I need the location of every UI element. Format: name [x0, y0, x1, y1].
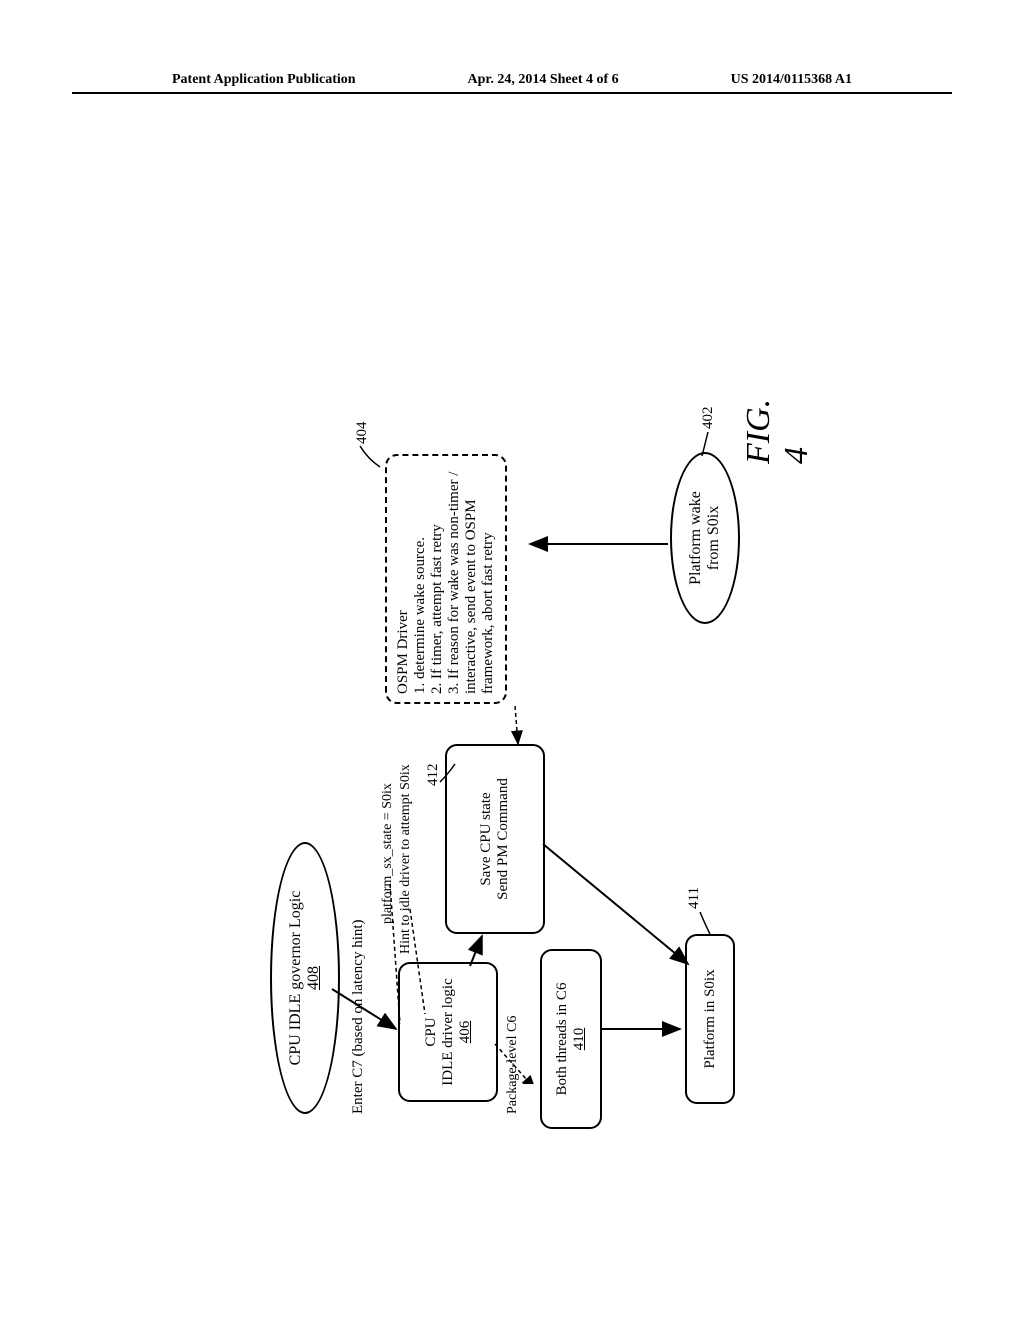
save-cpu-box: Save CPU state Send PM Command [445, 744, 545, 934]
platform-sx-line1: platform_sx_state = S0ix [380, 783, 396, 924]
page-header: Patent Application Publication Apr. 24, … [72, 0, 952, 94]
idle-driver-line2: IDLE driver logic [440, 972, 457, 1092]
package-level-label: Package-level C6 [505, 1016, 521, 1114]
callout-402: 402 [700, 407, 717, 430]
header-right: US 2014/0115368 A1 [731, 72, 852, 88]
callout-404: 404 [354, 422, 371, 445]
callout-412: 412 [425, 764, 442, 787]
governor-ellipse: CPU IDLE governor Logic 408 [270, 842, 340, 1114]
platform-sx-line2: Hint to idle driver to attempt S0ix [398, 764, 414, 954]
both-threads-text: Both threads in C6 [554, 959, 571, 1119]
ospm-item1: 1. determine wake source. [412, 464, 429, 694]
platform-s0ix-box: Platform in S0ix [685, 934, 735, 1104]
save-cpu-line2: Send PM Command [495, 754, 512, 924]
ospm-item3: 3. If reason for wake was non-timer / in… [446, 464, 497, 694]
both-threads-ref: 410 [571, 959, 588, 1119]
idle-driver-box: CPU IDLE driver logic 406 [398, 962, 498, 1102]
save-cpu-line1: Save CPU state [478, 754, 495, 924]
header-center: Apr. 24, 2014 Sheet 4 of 6 [468, 72, 619, 88]
diagram-area: CPU IDLE governor Logic 408 Enter C7 (ba… [0, 94, 1024, 194]
platform-wake-ellipse: Platform wake from S0ix [670, 452, 740, 624]
platform-wake-line2: from S0ix [705, 506, 723, 570]
header-left: Patent Application Publication [172, 72, 356, 88]
governor-title: CPU IDLE governor Logic [287, 891, 305, 1066]
idle-driver-ref: 406 [457, 972, 474, 1092]
rotated-diagram: CPU IDLE governor Logic 408 Enter C7 (ba… [270, 384, 790, 1084]
callout-411: 411 [686, 887, 703, 909]
both-threads-box: Both threads in C6 410 [540, 949, 602, 1129]
ospm-title: OSPM Driver [395, 464, 412, 694]
governor-ref: 408 [305, 966, 323, 990]
fig-label: FIG. 4 [740, 384, 816, 464]
ospm-driver-box: OSPM Driver 1. determine wake source. 2.… [385, 454, 507, 704]
idle-driver-line1: CPU [423, 972, 440, 1092]
ospm-item2: 2. If timer, attempt fast retry [429, 464, 446, 694]
platform-s0ix-text: Platform in S0ix [702, 944, 719, 1094]
enter-c7-label: Enter C7 (based on latency hint) [350, 919, 367, 1114]
platform-wake-line1: Platform wake [687, 491, 705, 585]
